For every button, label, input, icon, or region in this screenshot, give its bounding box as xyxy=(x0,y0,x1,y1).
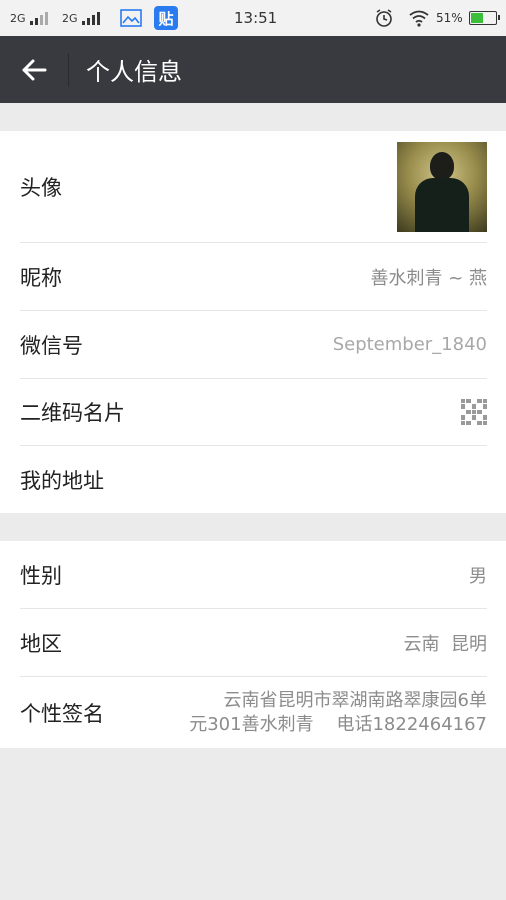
qrcode-row[interactable]: 二维码名片 xyxy=(20,379,487,446)
gender-value: 男 xyxy=(469,565,487,587)
title-bar: 个人信息 xyxy=(0,36,506,103)
nickname-label: 昵称 xyxy=(20,265,62,290)
gallery-icon xyxy=(120,0,142,36)
title-divider xyxy=(68,53,69,87)
status-bar: 2G 2G 贴 13:51 51% xyxy=(0,0,506,36)
signal-1: 2G xyxy=(10,0,48,36)
gender-row[interactable]: 性别 男 xyxy=(20,541,487,609)
qrcode-label: 二维码名片 xyxy=(20,401,125,425)
battery-icon xyxy=(468,11,500,25)
network-type-2: 2G xyxy=(62,11,78,25)
gender-label: 性别 xyxy=(20,563,62,588)
wechat-id-row[interactable]: 微信号 September_1840 xyxy=(20,311,487,379)
nickname-value: 善水刺青 ~ 燕 xyxy=(370,267,487,289)
region-row[interactable]: 地区 云南 昆明 xyxy=(20,609,487,677)
clock: 13:51 xyxy=(234,9,278,27)
signal-2: 2G xyxy=(62,0,100,36)
signal-bars-icon xyxy=(29,11,48,25)
battery-percent: 51% xyxy=(436,11,463,25)
address-label: 我的地址 xyxy=(20,468,104,493)
back-button[interactable] xyxy=(14,50,54,90)
tieba-icon: 贴 xyxy=(154,0,178,36)
alarm-icon xyxy=(374,0,394,36)
signature-label: 个性签名 xyxy=(20,701,104,726)
region-label: 地区 xyxy=(20,631,62,656)
network-type-1: 2G xyxy=(10,11,26,25)
address-row[interactable]: 我的地址 xyxy=(20,446,487,513)
arrow-left-icon xyxy=(22,59,47,81)
region-value: 云南 昆明 xyxy=(403,633,487,655)
details-section: 性别 男 地区 云南 昆明 个性签名 云南省昆明市翠湖南路翠康园6单 元301善… xyxy=(0,541,506,748)
avatar[interactable] xyxy=(397,141,487,232)
battery-indicator: 51% xyxy=(436,0,500,36)
wechat-id-label: 微信号 xyxy=(20,333,83,358)
signature-line-2: 元301善水刺青 电话1822464167 xyxy=(189,713,487,735)
qr-code-icon xyxy=(461,399,487,425)
battery-fill xyxy=(470,13,483,23)
wifi-icon xyxy=(408,0,430,36)
avatar-label: 头像 xyxy=(20,175,62,200)
avatar-row[interactable]: 头像 xyxy=(20,131,487,243)
wechat-id-value: September_1840 xyxy=(332,334,487,355)
nickname-row[interactable]: 昵称 善水刺青 ~ 燕 xyxy=(20,243,487,311)
signature-row[interactable]: 个性签名 云南省昆明市翠湖南路翠康园6单 元301善水刺青 电话18224641… xyxy=(20,677,487,748)
page-title: 个人信息 xyxy=(86,58,182,86)
profile-section: 头像 昵称 善水刺青 ~ 燕 微信号 September_1840 二维码名片 … xyxy=(0,131,506,513)
signature-value: 云南省昆明市翠湖南路翠康园6单 元301善水刺青 电话1822464167 xyxy=(189,689,487,737)
signature-line-1: 云南省昆明市翠湖南路翠康园6单 xyxy=(223,689,487,711)
signal-bars-icon xyxy=(81,11,100,25)
